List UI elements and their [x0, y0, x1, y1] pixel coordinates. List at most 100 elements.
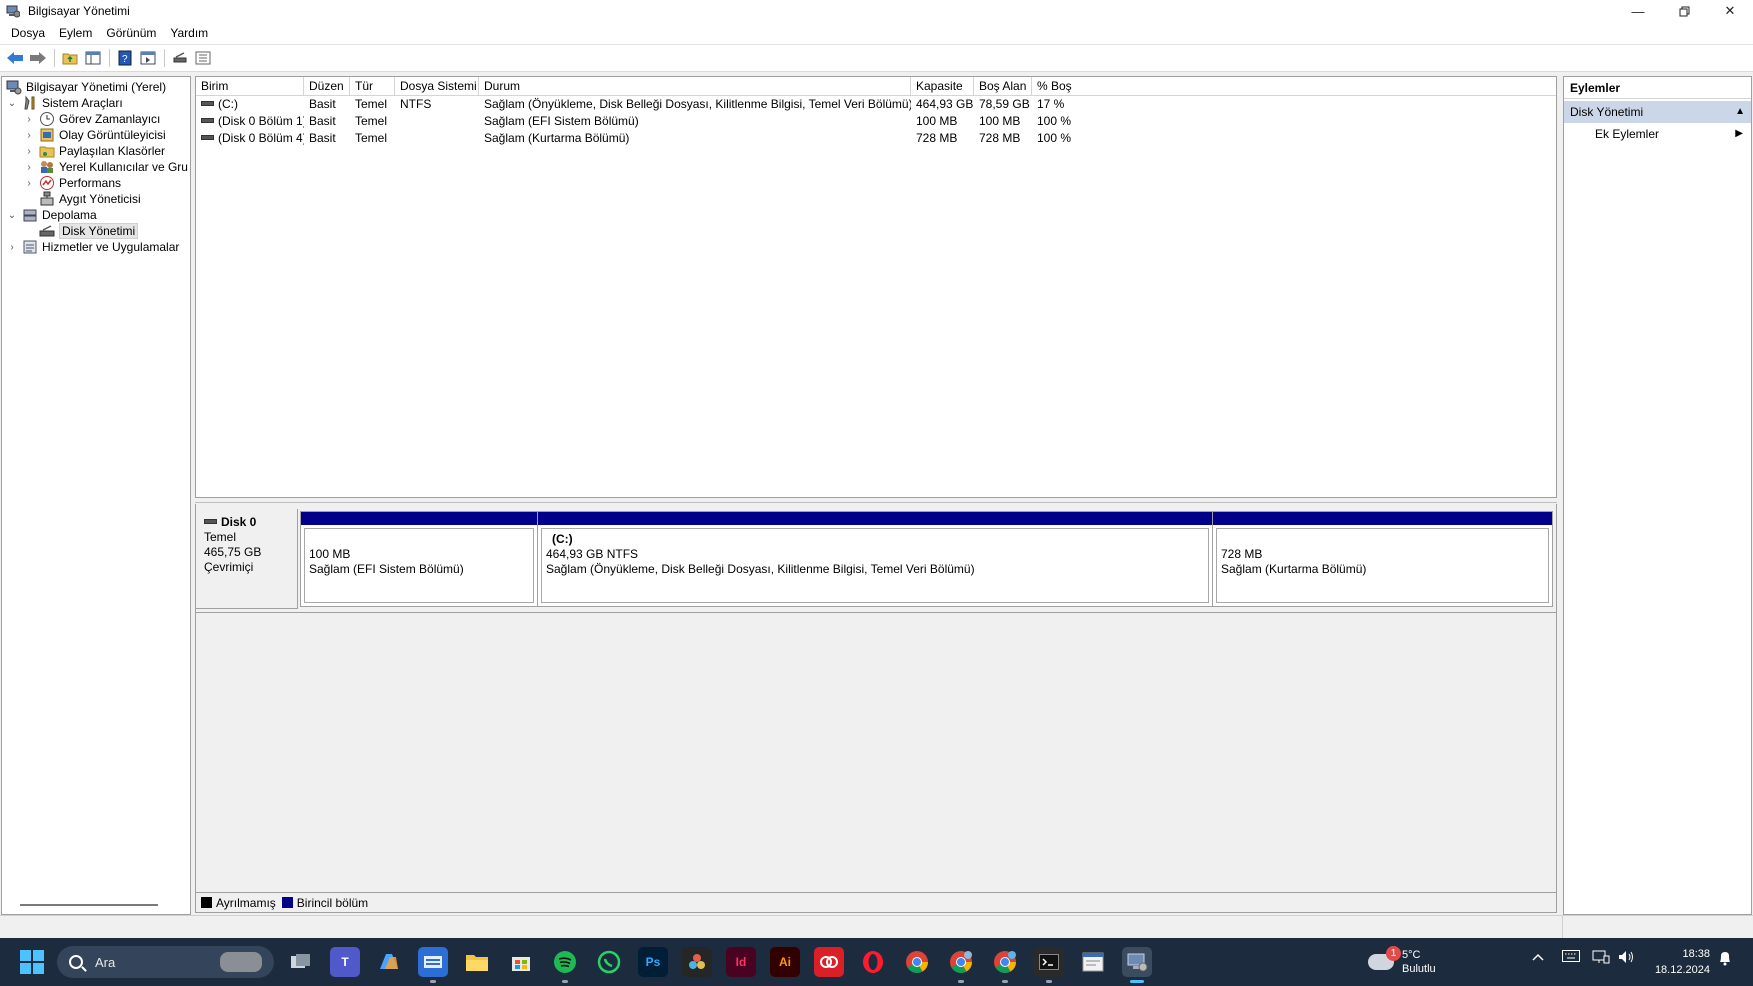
actions-pane: Eylemler Disk Yönetimi ▲ Ek Eylemler ▶ [1563, 76, 1752, 915]
column-header-bos-alan[interactable]: Boş Alan [974, 77, 1032, 95]
collapse-triangle-icon[interactable]: ▲ [1735, 101, 1745, 123]
toolbar: ? [0, 44, 1753, 72]
expand-chevron-icon[interactable]: › [23, 130, 35, 141]
action-more-actions[interactable]: Ek Eylemler ▶ [1564, 123, 1751, 145]
copilot-icon[interactable] [374, 947, 404, 977]
connect-disk-button[interactable] [169, 47, 191, 69]
partition-status: Sağlam (EFI Sistem Bölümü) [309, 562, 464, 576]
disk-name: Disk 0 [221, 515, 257, 529]
table-row[interactable]: (C:) Basit Temel NTFS Sağlam (Önyükleme,… [196, 96, 1556, 113]
keyboard-icon[interactable] [1562, 950, 1580, 965]
partition-efi[interactable]: 100 MB Sağlam (EFI Sistem Bölümü) [301, 512, 538, 606]
keyboard-app-icon[interactable] [418, 947, 448, 983]
chrome-profile-3-icon[interactable] [990, 947, 1020, 983]
show-hide-console-tree-button[interactable] [82, 47, 104, 69]
start-button[interactable] [20, 950, 44, 974]
tree-item-services-applications[interactable]: › Hizmetler ve Uygulamalar [6, 238, 179, 256]
collapse-chevron-icon[interactable]: ⌄ [6, 98, 18, 109]
table-row[interactable]: (Disk 0 Bölüm 4) Basit Temel Sağlam (Kur… [196, 130, 1556, 147]
taskbar-search[interactable]: Ara [57, 946, 274, 978]
menu-dosya[interactable]: Dosya [4, 24, 52, 42]
help-button[interactable]: ? [114, 47, 136, 69]
spotify-icon[interactable] [550, 947, 580, 983]
davinci-resolve-icon[interactable] [682, 947, 712, 977]
menu-eylem[interactable]: Eylem [52, 24, 99, 42]
pane-splitter[interactable] [195, 498, 1557, 503]
partition-c[interactable]: (C:) 464,93 GB NTFS Sağlam (Önyükleme, D… [538, 512, 1213, 606]
weather-widget[interactable]: 1 5°C Bulutlu [1368, 946, 1436, 978]
column-header-kapasite[interactable]: Kapasite [911, 77, 974, 95]
column-header-birim[interactable]: Birim [196, 77, 304, 95]
legend-primary: Birincil bölüm [296, 895, 369, 910]
volume-icon [201, 101, 214, 107]
clock-date: 18.12.2024 [1654, 964, 1710, 976]
teams-icon[interactable]: T [330, 947, 360, 977]
microsoft-store-icon[interactable] [506, 947, 536, 977]
indesign-icon[interactable]: Id [726, 947, 756, 977]
disk-size: 465,75 GB [204, 545, 262, 559]
minimize-button[interactable]: — [1615, 0, 1661, 22]
cloud-icon: 1 [1368, 946, 1401, 970]
volume-icon[interactable] [1618, 950, 1636, 967]
notification-bell-icon[interactable] [1718, 950, 1732, 969]
properties-button[interactable] [192, 47, 214, 69]
opera-icon[interactable] [858, 947, 888, 977]
actions-section-disk-management[interactable]: Disk Yönetimi ▲ [1564, 101, 1751, 123]
storage-icon [22, 207, 38, 223]
volume-icon [201, 135, 214, 141]
weather-badge: 1 [1386, 946, 1401, 961]
network-icon[interactable] [1592, 950, 1610, 967]
partition-size: 100 MB [309, 547, 351, 561]
expand-chevron-icon[interactable]: › [23, 114, 35, 125]
expand-chevron-icon[interactable]: › [23, 146, 35, 157]
toolbar-separator [54, 49, 55, 67]
primary-partition-bar [301, 512, 537, 525]
table-row[interactable]: (Disk 0 Bölüm 1) Basit Temel Sağlam (EFI… [196, 113, 1556, 130]
partition-recovery[interactable]: 728 MB Sağlam (Kurtarma Bölümü) [1213, 512, 1552, 606]
expand-chevron-icon[interactable]: › [23, 162, 35, 173]
up-folder-button[interactable] [59, 47, 81, 69]
notepad-icon[interactable] [1078, 947, 1108, 977]
primary-partition-bar [538, 512, 1212, 525]
volume-list-header: Birim Düzen Tür Dosya Sistemi Durum Kapa… [196, 77, 1556, 96]
shared-folder-icon [39, 143, 55, 159]
status-bar [0, 915, 1753, 938]
disk-0-label[interactable]: Disk 0 Temel 465,75 GB Çevrimiçi [196, 509, 298, 609]
menu-gorunum[interactable]: Görünüm [99, 24, 163, 42]
column-header-durum[interactable]: Durum [479, 77, 911, 95]
computer-management-taskbar-icon[interactable] [1122, 947, 1152, 983]
task-view-button[interactable] [286, 947, 316, 977]
tree-horizontal-scrollbar[interactable] [20, 904, 158, 906]
submenu-arrow-icon: ▶ [1735, 128, 1743, 139]
window-title: Bilgisayar Yönetimi [28, 4, 130, 18]
photoshop-icon[interactable]: Ps [638, 947, 668, 977]
column-header-dosya-sistemi[interactable]: Dosya Sistemi [395, 77, 479, 95]
expand-chevron-icon[interactable]: › [23, 178, 35, 189]
restore-button[interactable] [1661, 0, 1707, 22]
expand-chevron-icon[interactable]: › [6, 242, 18, 253]
volume-icon [201, 118, 214, 124]
collapse-chevron-icon[interactable]: ⌄ [6, 210, 18, 221]
column-header-tur[interactable]: Tür [350, 77, 395, 95]
terminal-icon[interactable] [1034, 947, 1064, 983]
weather-temperature: 5°C [1402, 949, 1421, 961]
show-hide-action-pane-button[interactable] [137, 47, 159, 69]
column-header-duzen[interactable]: Düzen [304, 77, 350, 95]
chrome-profile-2-icon[interactable] [946, 947, 976, 983]
menu-yardim[interactable]: Yardım [163, 24, 215, 42]
system-clock[interactable]: 18:38 18.12.2024 [1650, 946, 1710, 978]
back-button[interactable] [4, 47, 26, 69]
forward-button[interactable] [27, 47, 49, 69]
whatsapp-icon[interactable] [594, 947, 624, 977]
close-button[interactable]: ✕ [1707, 0, 1753, 22]
file-explorer-icon[interactable] [462, 947, 492, 977]
primary-partition-swatch [281, 897, 293, 908]
column-header-yuzde-bos[interactable]: % Boş [1032, 77, 1552, 95]
partition-status: Sağlam (Kurtarma Bölümü) [1221, 562, 1367, 576]
toolbar-separator [109, 49, 110, 67]
partition-status: Sağlam (Önyükleme, Disk Belleği Dosyası,… [546, 562, 975, 576]
illustrator-icon[interactable]: Ai [770, 947, 800, 977]
chrome-icon[interactable] [902, 947, 932, 977]
creative-cloud-icon[interactable] [814, 947, 844, 977]
show-hidden-icons-chevron-icon[interactable] [1532, 950, 1544, 964]
